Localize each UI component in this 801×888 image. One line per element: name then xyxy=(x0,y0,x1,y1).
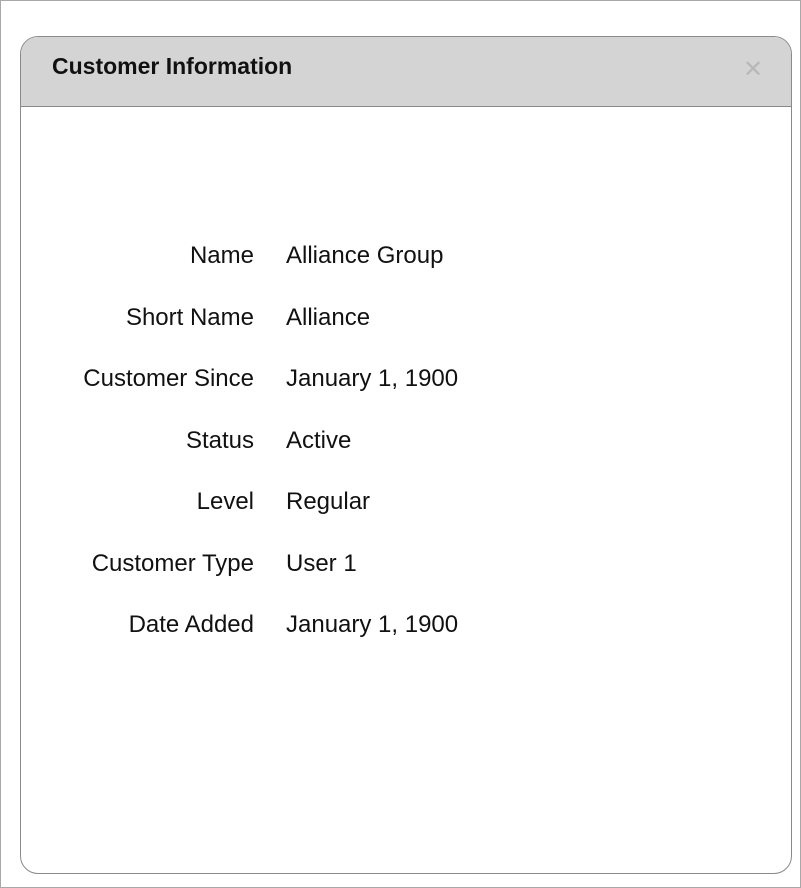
short-name-label: Short Name xyxy=(125,303,254,331)
customer-since-value: January 1, 1900 xyxy=(286,365,459,392)
dialog-title: Customer Information xyxy=(52,53,293,79)
field-row-short-name: Short Name Alliance xyxy=(21,304,791,366)
field-row-customer-since: Customer Since January 1, 1900 xyxy=(21,365,791,427)
date-added-value: January 1, 1900 xyxy=(286,611,459,638)
customer-details: Name Alliance Group Short Name Alliance … xyxy=(21,242,791,673)
window-frame: Customer Information ✕ Name Alliance Gro… xyxy=(0,0,801,888)
status-label: Status xyxy=(185,426,254,454)
level-value: Regular xyxy=(286,488,371,515)
field-row-date-added: Date Added January 1, 1900 xyxy=(21,611,791,673)
field-row-customer-type: Customer Type User 1 xyxy=(21,550,791,612)
dialog-header: Customer Information ✕ xyxy=(21,37,791,107)
customer-information-dialog: Customer Information ✕ Name Alliance Gro… xyxy=(20,36,792,874)
date-added-label: Date Added xyxy=(128,611,254,638)
field-row-status: Status Active xyxy=(21,427,791,489)
customer-type-label: Customer Type xyxy=(91,549,254,577)
field-row-level: Level Regular xyxy=(21,488,791,550)
close-icon[interactable]: ✕ xyxy=(740,57,766,83)
field-row-name: Name Alliance Group xyxy=(21,242,791,304)
status-value: Active xyxy=(286,426,352,454)
short-name-value: Alliance xyxy=(286,303,371,331)
name-value: Alliance Group xyxy=(286,242,444,269)
customer-type-value: User 1 xyxy=(286,549,357,577)
customer-since-label: Customer Since xyxy=(83,365,254,392)
name-label: Name xyxy=(189,242,254,269)
level-label: Level xyxy=(196,488,254,515)
